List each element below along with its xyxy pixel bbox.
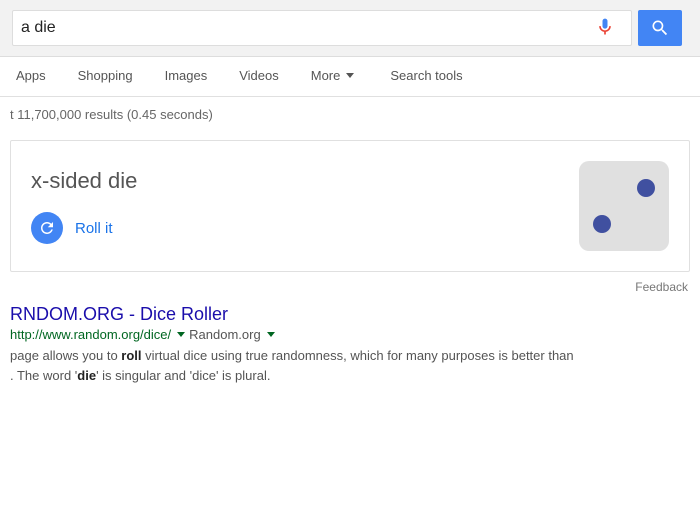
snippet-text-1: page allows you to roll virtual dice usi…	[10, 348, 574, 363]
result-title[interactable]: RNDOM.ORG - Dice Roller	[10, 304, 690, 325]
die-dot-1	[637, 179, 655, 197]
more-dropdown-icon	[346, 73, 354, 78]
mic-button[interactable]	[595, 17, 615, 40]
snippet-text-2: . The word 'die' is singular and 'dice' …	[10, 368, 270, 383]
tab-videos[interactable]: Videos	[223, 57, 295, 97]
search-button[interactable]	[638, 10, 682, 46]
nav-tabs: Apps Shopping Images Videos More Search …	[0, 57, 700, 97]
tab-apps[interactable]: Apps	[0, 57, 62, 97]
roll-it-label[interactable]: Roll it	[75, 220, 113, 237]
search-input-wrapper	[12, 10, 632, 46]
feedback-line: Feedback	[0, 280, 700, 294]
die-dot-2	[593, 215, 611, 233]
tab-more[interactable]: More	[295, 57, 371, 97]
dice-sides-label: x-sided die	[31, 168, 559, 194]
feedback-label[interactable]: Feedback	[635, 280, 688, 294]
results-count: t 11,700,000 results (0.45 seconds)	[0, 97, 700, 132]
url-dropdown-icon[interactable]	[177, 332, 185, 337]
search-result: RNDOM.ORG - Dice Roller http://www.rando…	[0, 300, 700, 395]
site-dropdown-icon[interactable]	[267, 332, 275, 337]
roll-button-wrapper: Roll it	[31, 212, 559, 244]
result-snippet: page allows you to roll virtual dice usi…	[10, 346, 690, 385]
die-visual	[579, 161, 669, 251]
search-input[interactable]	[21, 19, 595, 37]
roll-button-circle[interactable]	[31, 212, 63, 244]
dice-roller-card: x-sided die Roll it	[10, 140, 690, 272]
result-url-line: http://www.random.org/dice/ Random.org	[10, 327, 690, 342]
result-url: http://www.random.org/dice/	[10, 327, 171, 342]
search-bar-area	[0, 0, 700, 57]
main-content: t 11,700,000 results (0.45 seconds) x-si…	[0, 97, 700, 395]
dice-card-left: x-sided die Roll it	[31, 168, 559, 244]
tab-images[interactable]: Images	[149, 57, 224, 97]
tab-shopping[interactable]: Shopping	[62, 57, 149, 97]
result-site-name: Random.org	[189, 327, 261, 342]
tab-search-tools[interactable]: Search tools	[374, 57, 478, 97]
